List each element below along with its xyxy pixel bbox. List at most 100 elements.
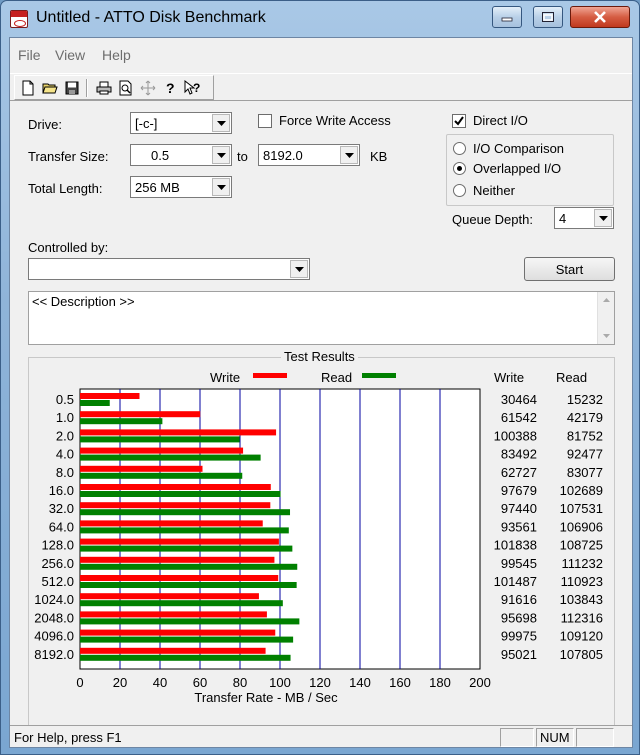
write-bar (80, 520, 263, 527)
neither-label[interactable]: Neither (473, 183, 515, 198)
transfer-size-from-select[interactable]: 0.5 (130, 144, 232, 166)
read-bar (80, 545, 293, 552)
queue-depth-select[interactable]: 4 (554, 207, 614, 229)
maximize-button[interactable] (533, 6, 563, 28)
app-window: Untitled - ATTO Disk Benchmark File View… (0, 0, 640, 755)
write-value: 99975 (501, 629, 537, 644)
test-results-group: Test Results Write Read Write Read 0.5 1.… (28, 349, 615, 726)
description-box[interactable]: << Description >> (28, 291, 615, 345)
write-bar (80, 447, 244, 454)
chevron-down-icon[interactable] (290, 260, 308, 278)
force-write-label[interactable]: Force Write Access (279, 113, 391, 128)
write-bar (80, 465, 203, 472)
read-value: 110923 (561, 574, 603, 589)
write-value: 99545 (501, 556, 537, 571)
description-scrollbar[interactable] (597, 292, 614, 344)
neither-radio[interactable] (453, 184, 466, 197)
transfer-to-value: 8192.0 (263, 148, 303, 163)
write-bar (80, 575, 279, 581)
help-icon: ? (166, 80, 175, 96)
y-category-label: 4.0 (56, 447, 74, 462)
checkmark-icon (454, 116, 464, 126)
write-bar (80, 411, 201, 418)
toolbar: ? ? (10, 73, 632, 101)
minimize-button[interactable] (492, 6, 522, 28)
x-tick-label: 120 (309, 675, 331, 690)
read-bar (80, 400, 110, 406)
direct-io-checkbox[interactable] (452, 114, 466, 128)
read-value: 108725 (560, 538, 603, 553)
chevron-down-icon[interactable] (212, 114, 230, 132)
read-bar (80, 636, 294, 643)
transfer-size-to-select[interactable]: 8192.0 (258, 144, 360, 166)
total-length-select[interactable]: 256 MB (130, 176, 232, 198)
write-bar (80, 502, 271, 509)
write-bar (80, 647, 266, 654)
move-button[interactable] (137, 78, 159, 98)
open-button[interactable] (39, 78, 61, 98)
context-help-icon: ? (184, 80, 200, 95)
direct-io-label[interactable]: Direct I/O (473, 113, 528, 128)
description-text: << Description >> (32, 294, 135, 309)
close-button[interactable] (570, 6, 630, 28)
drive-value: [-c-] (135, 116, 158, 131)
x-tick-label: 160 (389, 675, 411, 690)
total-length-value: 256 MB (135, 180, 180, 195)
read-value: 112316 (561, 610, 603, 625)
context-help-button[interactable]: ? (181, 78, 203, 98)
print-preview-button[interactable] (115, 78, 137, 98)
read-bar (80, 600, 283, 607)
write-value: 91616 (501, 592, 537, 607)
main-form: Drive: [-c-] Force Write Access Direct I… (10, 102, 632, 726)
force-write-checkbox[interactable] (258, 114, 272, 128)
results-chart: Write Read Write Read 0.5 1.0 2.0 4.0 8.0 16.… (34, 370, 603, 705)
menu-view[interactable]: View (55, 47, 85, 63)
atto-app-icon[interactable] (10, 10, 28, 28)
menu-help[interactable]: Help (102, 47, 131, 63)
write-legend-label: Write (210, 370, 240, 385)
overlapped-io-label[interactable]: Overlapped I/O (473, 161, 561, 176)
read-bar (80, 654, 291, 661)
y-category-label: 512.0 (41, 574, 74, 589)
save-icon (65, 81, 79, 95)
title-bar[interactable]: Untitled - ATTO Disk Benchmark (1, 1, 639, 37)
help-button[interactable]: ? (159, 78, 181, 98)
save-button[interactable] (61, 78, 83, 98)
write-column-header: Write (494, 370, 524, 385)
menu-bar: File View Help (10, 38, 632, 72)
client-area: File View Help ? ? Drive: [-c-] Force Wr… (9, 37, 633, 748)
read-value: 107531 (560, 501, 603, 516)
status-bar: For Help, press F1 NUM (10, 725, 632, 747)
read-value: 103843 (560, 592, 603, 607)
controlled-by-select[interactable] (28, 258, 310, 280)
controlled-by-label: Controlled by: (28, 240, 109, 255)
overlapped-io-radio[interactable] (453, 162, 466, 175)
read-value: 81752 (567, 428, 603, 443)
read-bar (80, 509, 291, 516)
open-icon (42, 83, 58, 94)
x-tick-label: 200 (469, 675, 491, 690)
drive-select[interactable]: [-c-] (130, 112, 232, 134)
y-category-label: 32.0 (49, 501, 74, 516)
start-button[interactable]: Start (524, 257, 615, 281)
drive-label: Drive: (28, 117, 62, 132)
write-bar (80, 393, 140, 399)
chevron-down-icon[interactable] (594, 209, 612, 227)
y-category-label: 16.0 (49, 483, 74, 498)
new-button[interactable] (17, 78, 39, 98)
menu-file[interactable]: File (18, 47, 41, 63)
read-value: 83077 (567, 465, 603, 480)
chevron-down-icon[interactable] (340, 146, 358, 164)
io-comparison-radio[interactable] (453, 142, 466, 155)
write-value: 93561 (501, 519, 537, 534)
x-tick-label: 100 (269, 675, 291, 690)
io-comparison-label[interactable]: I/O Comparison (473, 141, 564, 156)
chevron-down-icon[interactable] (212, 178, 230, 196)
chevron-down-icon[interactable] (212, 146, 230, 164)
x-tick-label: 80 (233, 675, 247, 690)
write-legend-swatch (253, 373, 287, 378)
read-legend-swatch (362, 373, 396, 378)
x-tick-label: 180 (429, 675, 451, 690)
y-category-label: 2048.0 (34, 610, 74, 625)
print-button[interactable] (93, 78, 115, 98)
